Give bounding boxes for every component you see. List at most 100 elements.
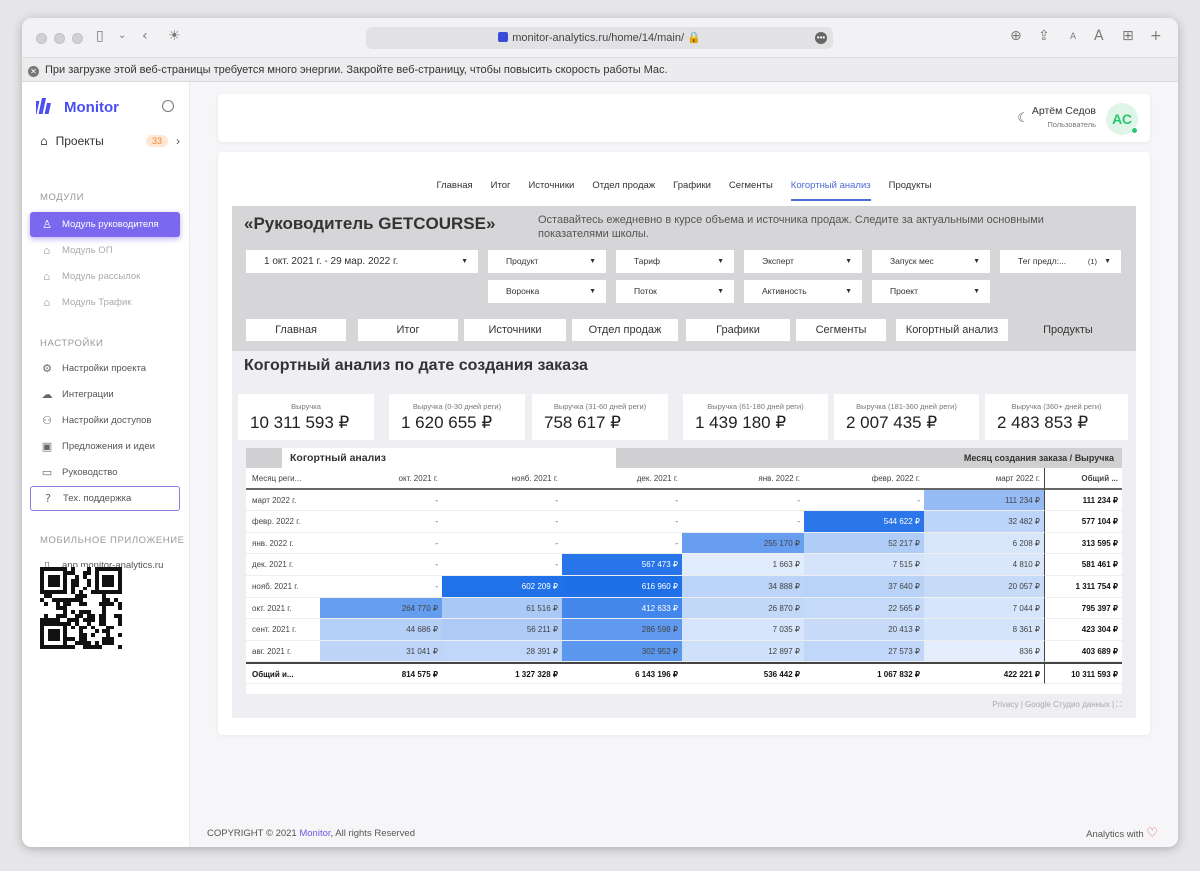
report-tab-sales-department[interactable]: Отдел продаж: [572, 319, 678, 341]
share-icon[interactable]: ⇪: [1038, 28, 1050, 44]
row-total: 313 595 ₽: [1044, 532, 1122, 555]
table-cell: -: [320, 490, 442, 512]
table-cell: 52 217 ₽: [804, 532, 924, 555]
logo-text: Monitor: [64, 99, 119, 116]
caret-down-icon: ▼: [845, 258, 852, 265]
sidebar-item-access-settings[interactable]: ⚇ Настройки доступов: [30, 408, 180, 433]
font-smaller-icon[interactable]: A: [1070, 32, 1076, 42]
table-cell: -: [682, 511, 804, 533]
table-row[interactable]: дек. 2021 г. - -567 473 ₽1 663 ₽7 515 ₽4 8…: [246, 554, 1122, 576]
table-cell: -: [562, 533, 682, 555]
dark-mode-icon[interactable]: ☾: [1017, 111, 1029, 126]
report-tab-sources[interactable]: Источники: [464, 319, 566, 341]
tab-segments[interactable]: Сегменты: [729, 180, 773, 199]
window-controls[interactable]: [36, 33, 83, 44]
favicon-icon: [498, 32, 509, 42]
table-row[interactable]: сент. 2021 г. 44 686 ₽56 211 ₽286 598 ₽7 …: [246, 619, 1122, 641]
report-tab-total[interactable]: Итог: [358, 319, 458, 341]
more-icon[interactable]: •••: [815, 32, 827, 44]
filter-label: Запуск мес: [890, 256, 934, 266]
sidebar-item-op-module[interactable]: ⌂ Модуль ОП: [30, 238, 180, 263]
tab-main[interactable]: Главная: [436, 180, 472, 199]
filter-project[interactable]: Проект ▼: [872, 280, 990, 303]
row-label: Общий и...: [246, 664, 320, 684]
table-cell: 26 870 ₽: [682, 597, 804, 620]
sidebar-item-suggestions[interactable]: ▣ Предложения и идеи: [30, 434, 180, 459]
filter-product[interactable]: Продукт ▼: [488, 250, 606, 273]
filter-offer-tag[interactable]: Тег предл:... (1) ▼: [1000, 250, 1121, 273]
filter-label: Тег предл:...: [1018, 256, 1067, 266]
total-cell: 1 327 328 ₽: [442, 664, 562, 684]
table-cell: -: [442, 490, 562, 512]
brightness-icon[interactable]: ☀: [168, 28, 181, 44]
table-cell: 12 897 ₽: [682, 640, 804, 663]
collapse-icon[interactable]: [162, 100, 174, 112]
table-row[interactable]: нояб. 2021 г. -602 209 ₽616 960 ₽34 888 ₽…: [246, 575, 1122, 598]
kpi-value: 2 007 435 ₽: [846, 413, 938, 432]
close-icon[interactable]: ✕: [28, 66, 39, 77]
row-label: нояб. 2021 г.: [246, 576, 320, 598]
table-cell: 37 640 ₽: [804, 575, 924, 598]
sidebar-item-support[interactable]: ? Тех. поддержка: [30, 486, 180, 511]
column-header: Общий ...: [1044, 468, 1122, 490]
font-larger-icon[interactable]: A: [1094, 28, 1104, 44]
browser-titlebar: ▯ ⌄ ‹ ☀ monitor-analytics.ru/home/14/mai…: [22, 18, 1178, 58]
sidebar-item-leader-module[interactable]: ♙ Модуль руководителя: [30, 212, 180, 237]
back-icon[interactable]: ‹: [142, 28, 148, 44]
monitor-icon: ▭: [41, 466, 53, 479]
sidebar-item-project-settings[interactable]: ⚙ Настройки проекта: [30, 356, 180, 381]
filter-label: Поток: [634, 286, 657, 296]
copyright-suffix: , All rights Reserved: [330, 828, 415, 839]
app-logo[interactable]: Monitor: [36, 98, 119, 116]
report-tab-charts[interactable]: Графики: [686, 319, 790, 341]
sidebar-item-integrations[interactable]: ☁ Интеграции: [30, 382, 180, 407]
sidebar-item-mailing-module[interactable]: ⌂ Модуль рассылок: [30, 264, 180, 289]
kpi-label: Выручка (61-180 дней реги): [707, 402, 804, 411]
caret-down-icon: ▼: [845, 288, 852, 295]
filter-activity[interactable]: Активность ▼: [744, 280, 862, 303]
sidebar-item-traffic-module[interactable]: ⌂ Модуль Трафик: [30, 290, 180, 315]
tab-cohort-analysis[interactable]: Когортный анализ: [790, 180, 871, 201]
filter-launch-month[interactable]: Запуск мес ▼: [872, 250, 990, 273]
table-cell: 61 516 ₽: [442, 597, 562, 620]
table-row[interactable]: янв. 2022 г. - - -255 170 ₽52 217 ₽6 208 ₽3…: [246, 532, 1122, 555]
table-cell: 286 598 ₽: [562, 619, 682, 641]
sidebar-item-label: Модуль руководителя: [62, 219, 159, 230]
sidebar-toggle-icon[interactable]: ▯: [96, 28, 104, 44]
new-tab-icon[interactable]: +: [1150, 28, 1162, 44]
filter-expert[interactable]: Эксперт ▼: [744, 250, 862, 273]
tab-total[interactable]: Итог: [491, 180, 511, 199]
table-cell: 22 565 ₽: [804, 597, 924, 620]
tab-products[interactable]: Продукты: [889, 180, 932, 199]
modules-section-title: МОДУЛИ: [40, 192, 85, 203]
tab-sources[interactable]: Источники: [528, 180, 574, 199]
tab-sales-department[interactable]: Отдел продаж: [592, 180, 655, 199]
report-tab-cohort-analysis[interactable]: Когортный анализ: [896, 319, 1008, 341]
table-row[interactable]: февр. 2022 г. - - - -544 622 ₽32 482 ₽577 10…: [246, 511, 1122, 533]
tab-charts[interactable]: Графики: [673, 180, 711, 199]
report-tab-products[interactable]: Продукты: [1016, 319, 1120, 341]
copyright-brand-link[interactable]: Monitor: [299, 828, 330, 839]
address-bar[interactable]: monitor-analytics.ru/home/14/main/ 🔒 •••: [366, 27, 833, 49]
avatar[interactable]: АС: [1106, 103, 1138, 135]
table-row[interactable]: март 2022 г. - - - - -111 234 ₽111 234 ₽: [246, 489, 1122, 512]
kpi-card: Выручка (181-360 дней реги) 2 007 435 ₽: [834, 394, 979, 440]
fullscreen-icon[interactable]: ⛶: [1116, 700, 1122, 709]
chevron-down-icon[interactable]: ⌄: [118, 30, 126, 41]
kpi-label: Выручка (360+ дней реги): [1011, 402, 1102, 411]
report-tab-main[interactable]: Главная: [246, 319, 346, 341]
table-row[interactable]: окт. 2021 г. 264 770 ₽61 516 ₽412 633 ₽26…: [246, 597, 1122, 620]
filter-funnel[interactable]: Воронка ▼: [488, 280, 606, 303]
online-status-dot: [1131, 127, 1138, 134]
projects-item[interactable]: ⌂ Проекты 33 ›: [40, 134, 180, 148]
report-footer-links[interactable]: Privacy | Google Студио данных | ⛶: [992, 700, 1122, 710]
download-icon[interactable]: ⊕: [1010, 28, 1022, 44]
report-tab-segments[interactable]: Сегменты: [796, 319, 886, 341]
report-subtitle: Оставайтесь ежедневно в курсе объема и и…: [538, 214, 1044, 240]
tabs-overview-icon[interactable]: ⊞: [1122, 28, 1134, 44]
table-row[interactable]: авг. 2021 г. 31 041 ₽28 391 ₽302 952 ₽12 …: [246, 640, 1122, 663]
sidebar-item-guide[interactable]: ▭ Руководство: [30, 460, 180, 485]
filter-stream[interactable]: Поток ▼: [616, 280, 734, 303]
filter-tariff[interactable]: Тариф ▼: [616, 250, 734, 273]
date-range-picker[interactable]: 1 окт. 2021 г. - 29 мар. 2022 г. ▼: [246, 250, 478, 273]
